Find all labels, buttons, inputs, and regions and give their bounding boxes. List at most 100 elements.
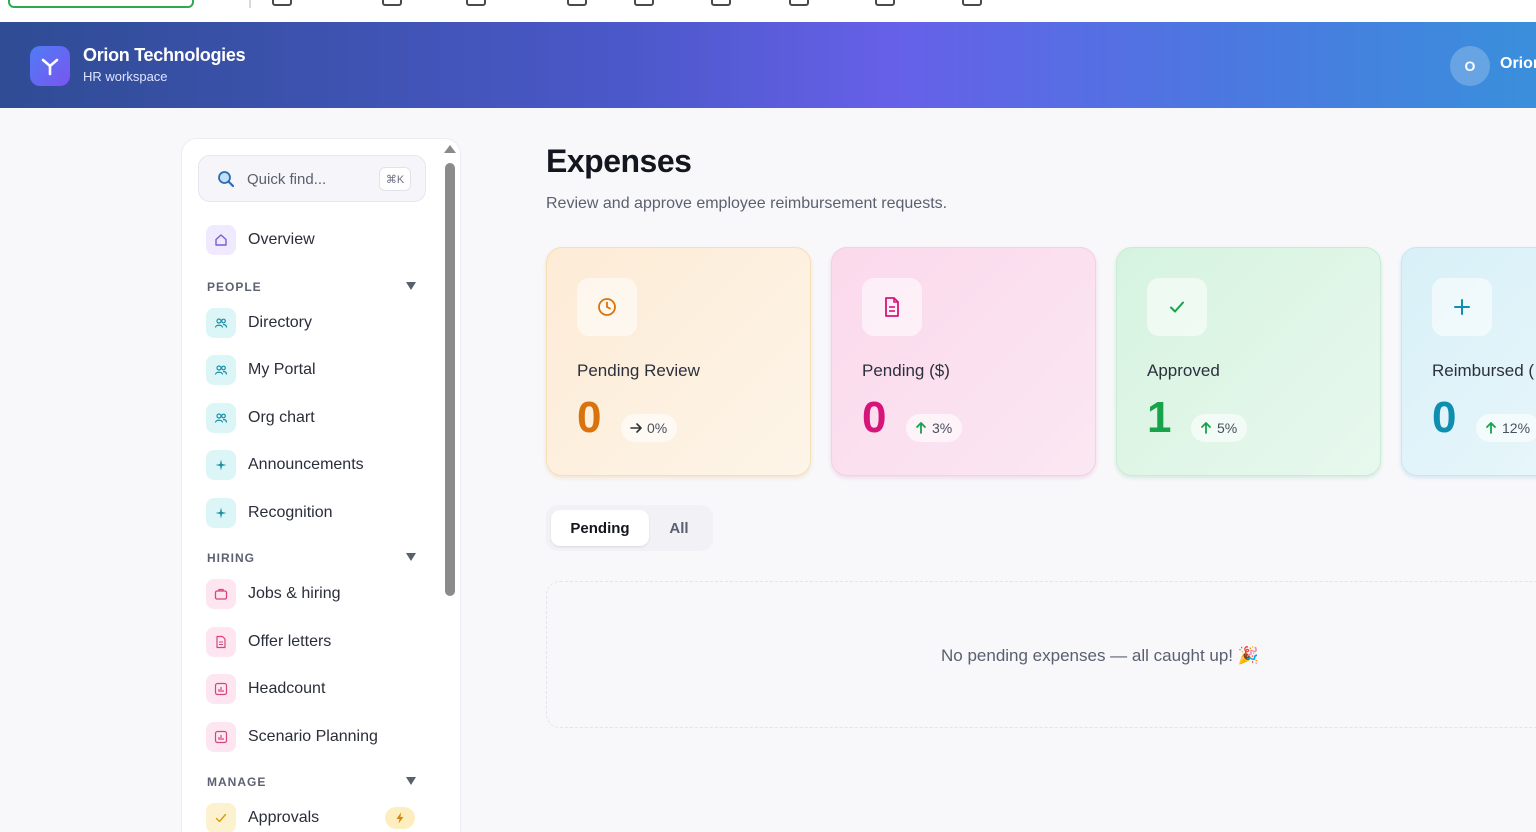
sidebar-item-label: Jobs & hiring <box>248 585 341 602</box>
brand-logo-icon[interactable] <box>30 46 70 86</box>
shortcut-hint: ⌘K <box>379 167 411 191</box>
empty-state: No pending expenses — all caught up! 🎉 <box>546 581 1536 728</box>
brand-name: Orion Technologies <box>83 45 246 65</box>
header-banner: Orion Technologies HR workspace O Orion <box>0 22 1536 108</box>
sidebar-item-label: Announcements <box>248 456 364 473</box>
bar-chart-icon <box>206 722 236 752</box>
bookmark-folder-icon[interactable] <box>875 0 895 6</box>
stat-value: 0 <box>862 393 887 442</box>
users-icon <box>206 355 236 385</box>
brand-subtitle: HR workspace <box>83 69 168 84</box>
stat-delta-value: 3% <box>932 420 953 436</box>
sidebar-item-label: Org chart <box>248 409 315 426</box>
stat-value: 0 <box>577 393 602 442</box>
sidebar-item-headcount[interactable]: Headcount <box>206 673 325 705</box>
bookmark-folder-icon[interactable] <box>272 0 292 6</box>
document-icon <box>862 278 922 336</box>
sidebar-item-recognition[interactable]: Recognition <box>206 497 333 529</box>
section-label-people: PEOPLE <box>207 280 262 294</box>
bar-chart-icon <box>206 674 236 704</box>
sidebar-item-label: Approvals <box>248 809 320 826</box>
sidebar-item-announcements[interactable]: Announcements <box>206 449 364 481</box>
sidebar-item-jobs[interactable]: Jobs & hiring <box>206 578 341 610</box>
sidebar-item-offer-letters[interactable]: Offer letters <box>206 626 331 658</box>
bookmark-folder-icon[interactable] <box>466 0 486 6</box>
plus-icon <box>1432 278 1492 336</box>
collapse-caret-icon[interactable] <box>406 777 416 785</box>
stat-delta-value: 5% <box>1217 420 1238 436</box>
home-icon <box>206 225 236 255</box>
search-icon <box>217 170 235 193</box>
users-icon <box>206 308 236 338</box>
stat-delta-value: 0% <box>647 420 668 436</box>
scroll-up-arrow-icon[interactable] <box>444 145 456 153</box>
sidebar-item-directory[interactable]: Directory <box>206 307 312 339</box>
collapse-caret-icon[interactable] <box>406 282 416 290</box>
stat-delta: 5% <box>1191 414 1248 442</box>
stat-delta: 12% <box>1476 414 1536 442</box>
search-input[interactable] <box>247 169 367 189</box>
check-icon <box>206 803 236 832</box>
stat-label: Approved <box>1147 361 1220 380</box>
page-title: Expenses <box>546 143 692 179</box>
sparkle-icon <box>206 450 236 480</box>
sidebar-item-label: Scenario Planning <box>248 728 378 745</box>
section-label-manage: MANAGE <box>207 775 267 789</box>
user-name[interactable]: Orion <box>1500 55 1536 73</box>
sidebar-item-label: My Portal <box>248 361 316 378</box>
apps-grid-icon[interactable] <box>214 0 230 6</box>
stat-delta: 3% <box>906 414 963 442</box>
bookmark-folder-icon[interactable] <box>382 0 402 6</box>
bookmarks-bar <box>0 0 1536 22</box>
sidebar-item-approvals[interactable]: Approvals <box>206 802 319 832</box>
sidebar-item-label: Headcount <box>248 680 326 697</box>
user-avatar[interactable]: O <box>1450 46 1490 86</box>
stat-delta-value: 12% <box>1502 420 1531 436</box>
stat-card-pending-amount[interactable]: Pending ($) 0 3% <box>831 247 1096 476</box>
check-icon <box>1147 278 1207 336</box>
stat-label: Pending Review <box>577 361 700 380</box>
sidebar-item-label: Recognition <box>248 504 333 521</box>
stat-card-pending-review[interactable]: Pending Review 0 0% <box>546 247 811 476</box>
sparkle-icon <box>206 498 236 528</box>
bookmark-folder-icon[interactable] <box>789 0 809 6</box>
empty-state-message: No pending expenses — all caught up! 🎉 <box>941 646 1259 665</box>
expense-tabs: Pending All <box>546 505 713 551</box>
collapse-caret-icon[interactable] <box>406 553 416 561</box>
stat-value: 1 <box>1147 393 1172 442</box>
scrollbar-thumb[interactable] <box>445 163 455 596</box>
page-subtitle: Review and approve employee reimbursemen… <box>546 195 948 212</box>
bookmark-folder-icon[interactable] <box>711 0 731 6</box>
stat-delta: 0% <box>621 414 678 442</box>
clock-icon <box>577 278 637 336</box>
sidebar-item-scenario-planning[interactable]: Scenario Planning <box>206 721 378 753</box>
sidebar-item-label: Offer letters <box>248 633 332 650</box>
sidebar-item-overview[interactable]: Overview <box>206 224 315 256</box>
stat-label: Pending ($) <box>862 361 950 380</box>
stat-value: 0 <box>1432 393 1457 442</box>
quick-find[interactable]: ⌘K <box>198 155 426 202</box>
bookmark-item[interactable] <box>8 0 194 8</box>
bookmarks-divider <box>249 0 251 8</box>
tab-all[interactable]: All <box>654 510 704 546</box>
lightning-badge-icon <box>385 807 415 829</box>
arrow-right-icon <box>630 423 642 433</box>
sidebar-item-my-portal[interactable]: My Portal <box>206 354 316 386</box>
section-label-hiring: HIRING <box>207 551 255 565</box>
document-icon <box>206 627 236 657</box>
arrow-up-icon <box>916 422 926 434</box>
stat-card-approved[interactable]: Approved 1 5% <box>1116 247 1381 476</box>
stat-label: Reimbursed ( <box>1432 361 1535 380</box>
tab-pending[interactable]: Pending <box>551 510 649 546</box>
bookmark-folder-icon[interactable] <box>567 0 587 6</box>
bookmark-folder-icon[interactable] <box>634 0 654 6</box>
sidebar-item-org-chart[interactable]: Org chart <box>206 402 315 434</box>
sidebar-item-label: Overview <box>248 231 315 248</box>
arrow-up-icon <box>1201 422 1211 434</box>
arrow-up-icon <box>1486 422 1496 434</box>
stat-card-reimbursed[interactable]: Reimbursed ( 0 12% <box>1401 247 1536 476</box>
users-icon <box>206 403 236 433</box>
sidebar: ⌘K Overview PEOPLE Directory My Portal O… <box>181 138 461 832</box>
sidebar-item-label: Directory <box>248 314 313 331</box>
bookmark-folder-icon[interactable] <box>962 0 982 6</box>
